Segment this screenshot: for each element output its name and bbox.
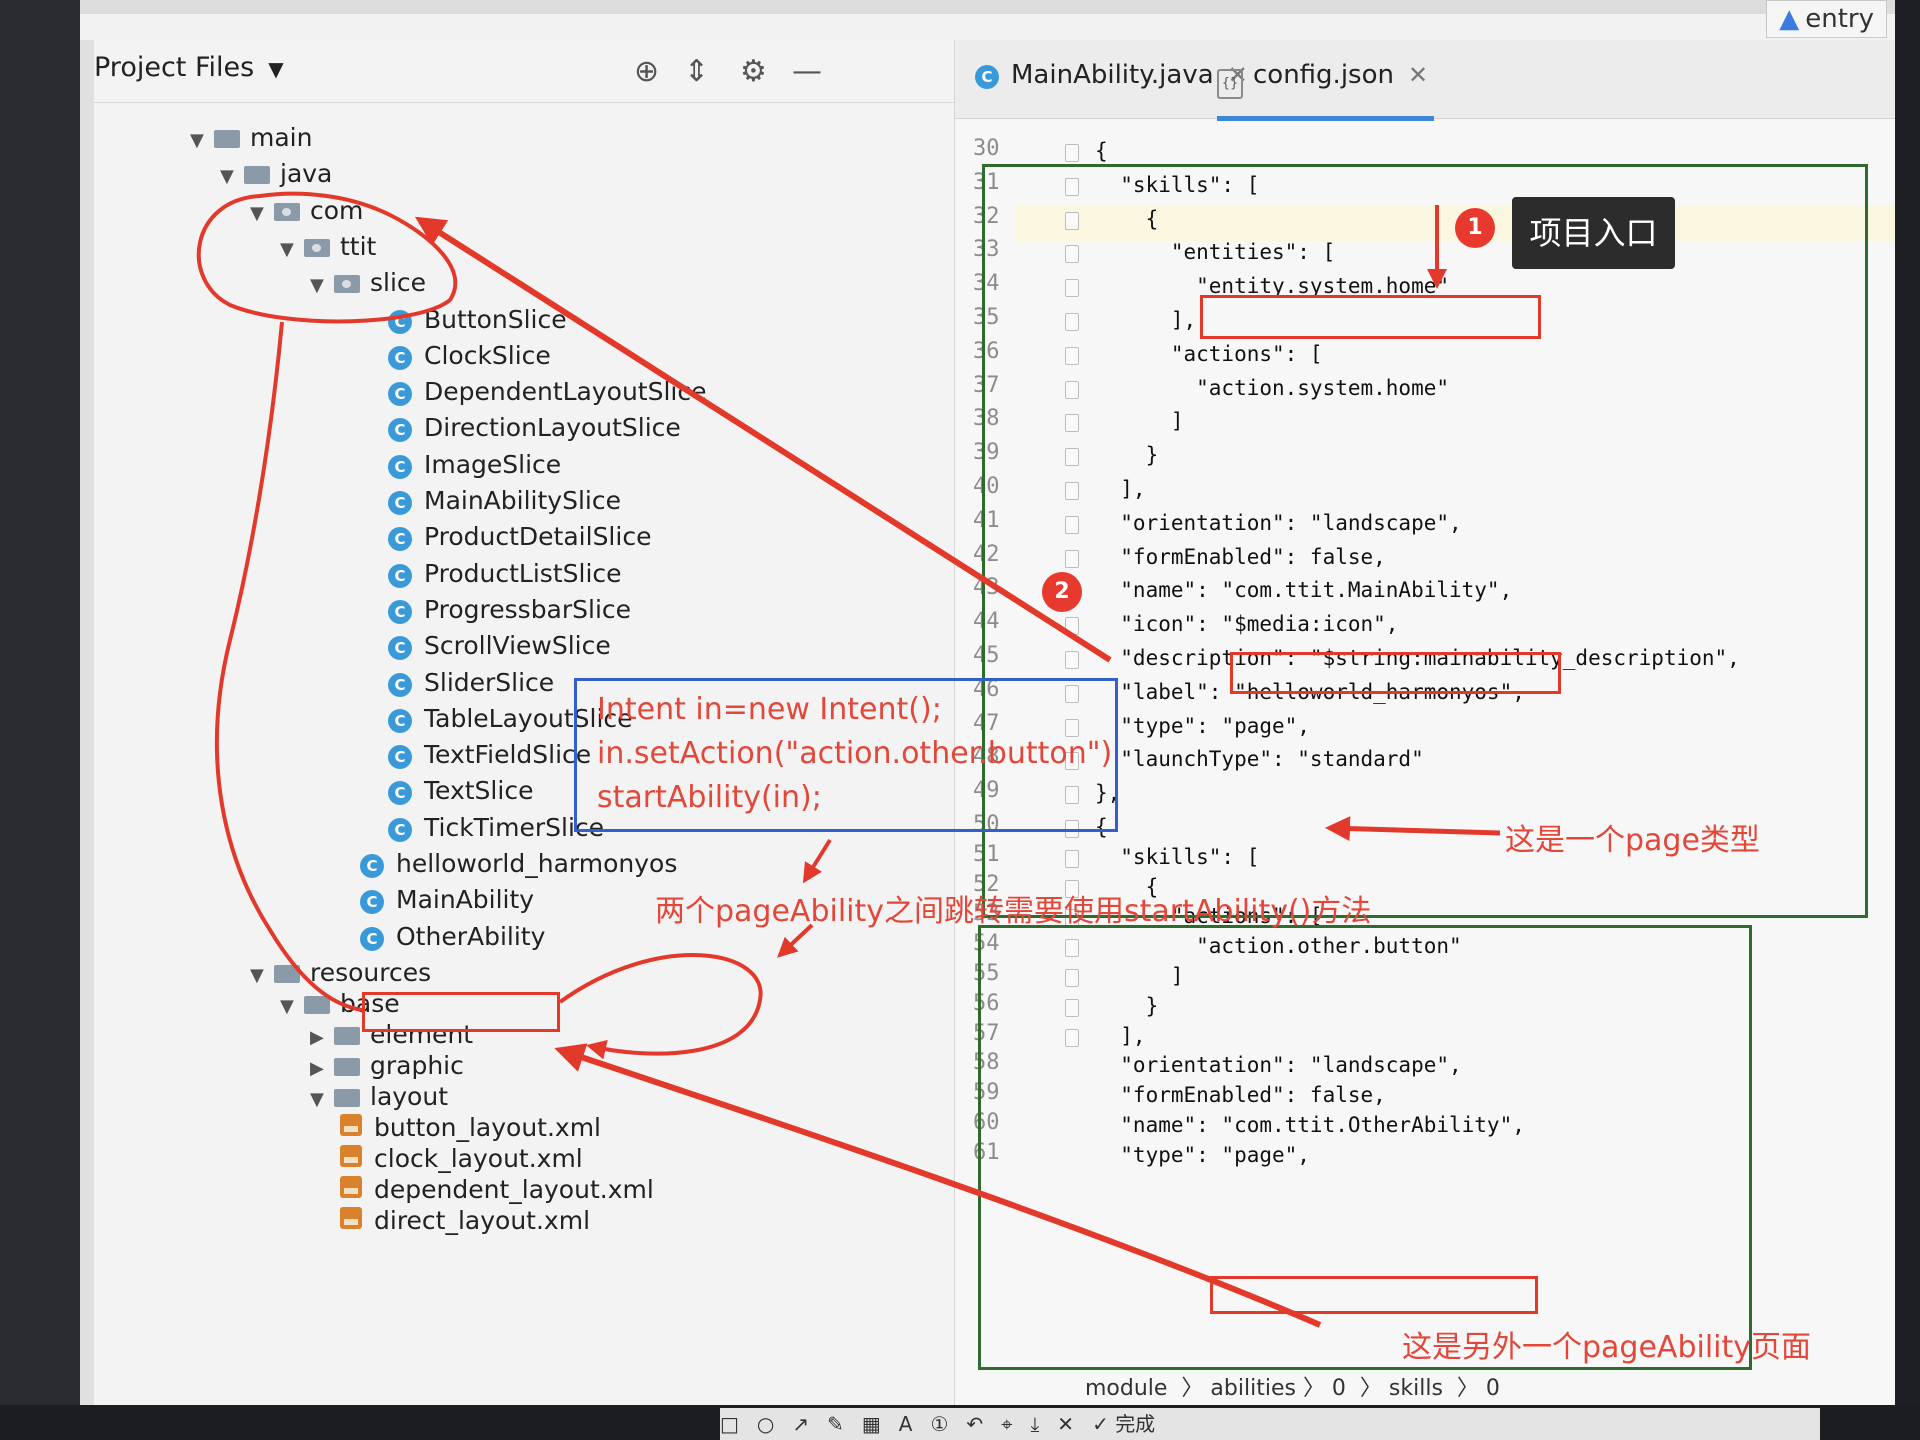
- package-circle: [196, 191, 458, 324]
- arrow-note-down: [802, 838, 832, 884]
- arrow-to-otherability: [554, 1043, 1322, 1328]
- arrow-note-left: [777, 923, 814, 958]
- package-to-mainability-line: [214, 321, 363, 1012]
- arrow-to-com-package: [414, 216, 1112, 663]
- mainability-to-otherability-loop: [558, 953, 763, 1060]
- annotation-drawings: [196, 191, 1501, 1328]
- arrow-to-page-type: [1325, 816, 1501, 842]
